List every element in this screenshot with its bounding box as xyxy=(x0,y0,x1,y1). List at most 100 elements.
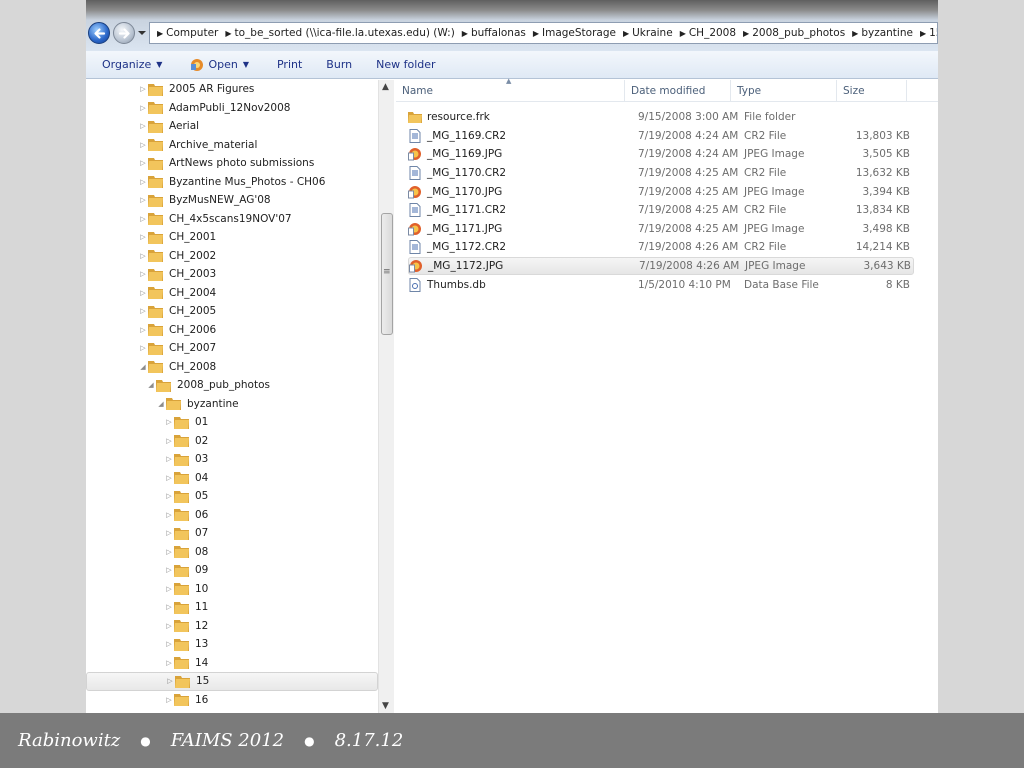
collapsed-arrow-icon[interactable]: ▷ xyxy=(138,141,148,149)
collapsed-arrow-icon[interactable]: ▷ xyxy=(138,344,148,352)
collapsed-arrow-icon[interactable]: ▷ xyxy=(164,603,174,611)
file-row[interactable]: _MG_1170.JPG 7/19/2008 4:25 AM JPEG Image 3… xyxy=(408,182,914,201)
tree-item[interactable]: ▷ CH_2003 xyxy=(86,265,378,284)
tree-item[interactable]: ▷ ArtNews photo submissions xyxy=(86,154,378,173)
file-row[interactable]: _MG_1172.CR2 7/19/2008 4:26 AM CR2 File 14,… xyxy=(408,238,914,257)
collapsed-arrow-icon[interactable]: ▷ xyxy=(164,640,174,648)
tree-item[interactable]: ▷ 16 xyxy=(86,691,378,710)
tree-item[interactable]: ▷ 09 xyxy=(86,561,378,580)
tree-item[interactable]: ▷ 2005 AR Figures xyxy=(86,80,378,99)
print-button[interactable]: Print xyxy=(269,54,310,76)
breadcrumb-separator-icon[interactable]: ▶ xyxy=(225,29,231,38)
tree-scrollbar[interactable]: ▲ ≡ ▼ xyxy=(378,80,394,713)
tree-item[interactable]: ▷ CH_2006 xyxy=(86,321,378,340)
collapsed-arrow-icon[interactable]: ▷ xyxy=(164,585,174,593)
scroll-up-icon[interactable]: ▲ xyxy=(382,82,389,92)
tree-item[interactable]: ◢ CH_2008 xyxy=(86,358,378,377)
tree-item[interactable]: ▷ AdamPubli_12Nov2008 xyxy=(86,99,378,118)
forward-button[interactable] xyxy=(113,22,135,44)
tree-item[interactable]: ▷ Aerial xyxy=(86,117,378,136)
column-header-name[interactable]: Name ▲ xyxy=(396,77,625,102)
tree-item[interactable]: ▷ 05 xyxy=(86,487,378,506)
tree-item[interactable]: ▷ CH_2007 xyxy=(86,339,378,358)
burn-button[interactable]: Burn xyxy=(318,54,360,76)
tree-item[interactable]: ▷ CH_2004 xyxy=(86,284,378,303)
collapsed-arrow-icon[interactable]: ▷ xyxy=(138,326,148,334)
collapsed-arrow-icon[interactable]: ▷ xyxy=(165,677,175,685)
expanded-arrow-icon[interactable]: ◢ xyxy=(146,381,156,389)
file-row[interactable]: _MG_1170.CR2 7/19/2008 4:25 AM CR2 File 13,… xyxy=(408,164,914,183)
collapsed-arrow-icon[interactable]: ▷ xyxy=(164,566,174,574)
breadcrumb-item[interactable]: byzantine xyxy=(861,27,913,39)
tree-item[interactable]: ▷ 02 xyxy=(86,432,378,451)
tree-item[interactable]: ▷ CH_2002 xyxy=(86,247,378,266)
column-header-date[interactable]: Date modified xyxy=(625,80,731,102)
breadcrumb-item[interactable]: CH_2008 xyxy=(689,27,736,39)
collapsed-arrow-icon[interactable]: ▷ xyxy=(138,85,148,93)
breadcrumb-item[interactable]: buffalonas xyxy=(471,27,526,39)
collapsed-arrow-icon[interactable]: ▷ xyxy=(138,215,148,223)
tree-item[interactable]: ▷ Archive_material xyxy=(86,136,378,155)
tree-item[interactable]: ▷ 08 xyxy=(86,543,378,562)
tree-item[interactable]: ▷ 12 xyxy=(86,617,378,636)
collapsed-arrow-icon[interactable]: ▷ xyxy=(138,307,148,315)
expanded-arrow-icon[interactable]: ◢ xyxy=(156,400,166,408)
tree-item[interactable]: ▷ 15 xyxy=(86,672,378,691)
file-row[interactable]: resource.frk 9/15/2008 3:00 AM File folder xyxy=(408,108,914,127)
recent-pages-chevron-icon[interactable] xyxy=(138,29,146,37)
tree-item[interactable]: ▷ 11 xyxy=(86,598,378,617)
collapsed-arrow-icon[interactable]: ▷ xyxy=(164,696,174,704)
collapsed-arrow-icon[interactable]: ▷ xyxy=(164,548,174,556)
collapsed-arrow-icon[interactable]: ▷ xyxy=(138,289,148,297)
breadcrumb-item[interactable]: Ukraine xyxy=(632,27,673,39)
collapsed-arrow-icon[interactable]: ▷ xyxy=(164,418,174,426)
file-row[interactable]: _MG_1171.CR2 7/19/2008 4:25 AM CR2 File 13,… xyxy=(408,201,914,220)
tree-item[interactable]: ◢ 2008_pub_photos xyxy=(86,376,378,395)
collapsed-arrow-icon[interactable]: ▷ xyxy=(164,437,174,445)
tree-item[interactable]: ▷ 14 xyxy=(86,654,378,673)
column-header-type[interactable]: Type xyxy=(731,80,837,102)
tree-item[interactable]: ▷ 10 xyxy=(86,580,378,599)
collapsed-arrow-icon[interactable]: ▷ xyxy=(138,104,148,112)
open-button[interactable]: Open ▼ xyxy=(182,54,257,76)
breadcrumb-item[interactable]: 15 xyxy=(929,27,937,39)
file-row[interactable]: Thumbs.db 1/5/2010 4:10 PM Data Base File 8… xyxy=(408,275,914,294)
collapsed-arrow-icon[interactable]: ▷ xyxy=(164,529,174,537)
tree-item[interactable]: ▷ 06 xyxy=(86,506,378,525)
tree-item[interactable]: ▷ 01 xyxy=(86,413,378,432)
collapsed-arrow-icon[interactable]: ▷ xyxy=(164,511,174,519)
tree-item[interactable]: ▷ CH_4x5scans19NOV'07 xyxy=(86,210,378,229)
scroll-down-icon[interactable]: ▼ xyxy=(382,701,389,711)
breadcrumb-separator-icon[interactable]: ▶ xyxy=(743,29,749,38)
collapsed-arrow-icon[interactable]: ▷ xyxy=(164,622,174,630)
breadcrumb-separator-icon[interactable]: ▶ xyxy=(920,29,926,38)
breadcrumb-item[interactable]: to_be_sorted (\\ica-file.la.utexas.edu) … xyxy=(235,27,455,39)
breadcrumb-separator-icon[interactable]: ▶ xyxy=(852,29,858,38)
tree-item[interactable]: ▷ CH_2001 xyxy=(86,228,378,247)
file-row[interactable]: _MG_1169.CR2 7/19/2008 4:24 AM CR2 File 13,… xyxy=(408,127,914,146)
breadcrumb-separator-icon[interactable]: ▶ xyxy=(462,29,468,38)
collapsed-arrow-icon[interactable]: ▷ xyxy=(138,252,148,260)
collapsed-arrow-icon[interactable]: ▷ xyxy=(164,474,174,482)
collapsed-arrow-icon[interactable]: ▷ xyxy=(138,122,148,130)
tree-item[interactable]: ▷ 03 xyxy=(86,450,378,469)
collapsed-arrow-icon[interactable]: ▷ xyxy=(164,492,174,500)
tree-item[interactable]: ▷ 13 xyxy=(86,635,378,654)
collapsed-arrow-icon[interactable]: ▷ xyxy=(138,159,148,167)
collapsed-arrow-icon[interactable]: ▷ xyxy=(138,233,148,241)
new-folder-button[interactable]: New folder xyxy=(368,54,443,76)
tree-item[interactable]: ▷ 04 xyxy=(86,469,378,488)
tree-item[interactable]: ▷ ByzMusNEW_AG'08 xyxy=(86,191,378,210)
collapsed-arrow-icon[interactable]: ▷ xyxy=(138,270,148,278)
breadcrumb-separator-icon[interactable]: ▶ xyxy=(623,29,629,38)
breadcrumb-separator-icon[interactable]: ▶ xyxy=(680,29,686,38)
file-row[interactable]: _MG_1171.JPG 7/19/2008 4:25 AM JPEG Image 3… xyxy=(408,220,914,239)
tree-item[interactable]: ▷ CH_2005 xyxy=(86,302,378,321)
address-field[interactable]: ▶ Computer ▶ to_be_sorted (\\ica-file.la.u… xyxy=(149,22,938,44)
collapsed-arrow-icon[interactable]: ▷ xyxy=(164,455,174,463)
file-row[interactable]: _MG_1172.JPG 7/19/2008 4:26 AM JPEG Image 3… xyxy=(408,256,914,276)
breadcrumb-item[interactable]: Computer xyxy=(166,27,218,39)
file-row[interactable]: _MG_1169.JPG 7/19/2008 4:24 AM JPEG Image 3… xyxy=(408,145,914,164)
organize-button[interactable]: Organize ▼ xyxy=(94,54,170,76)
navigation-tree[interactable]: ▷ 2005 AR Figures ▷ AdamPubli_12Nov2008 ▷ Aer… xyxy=(86,80,382,713)
